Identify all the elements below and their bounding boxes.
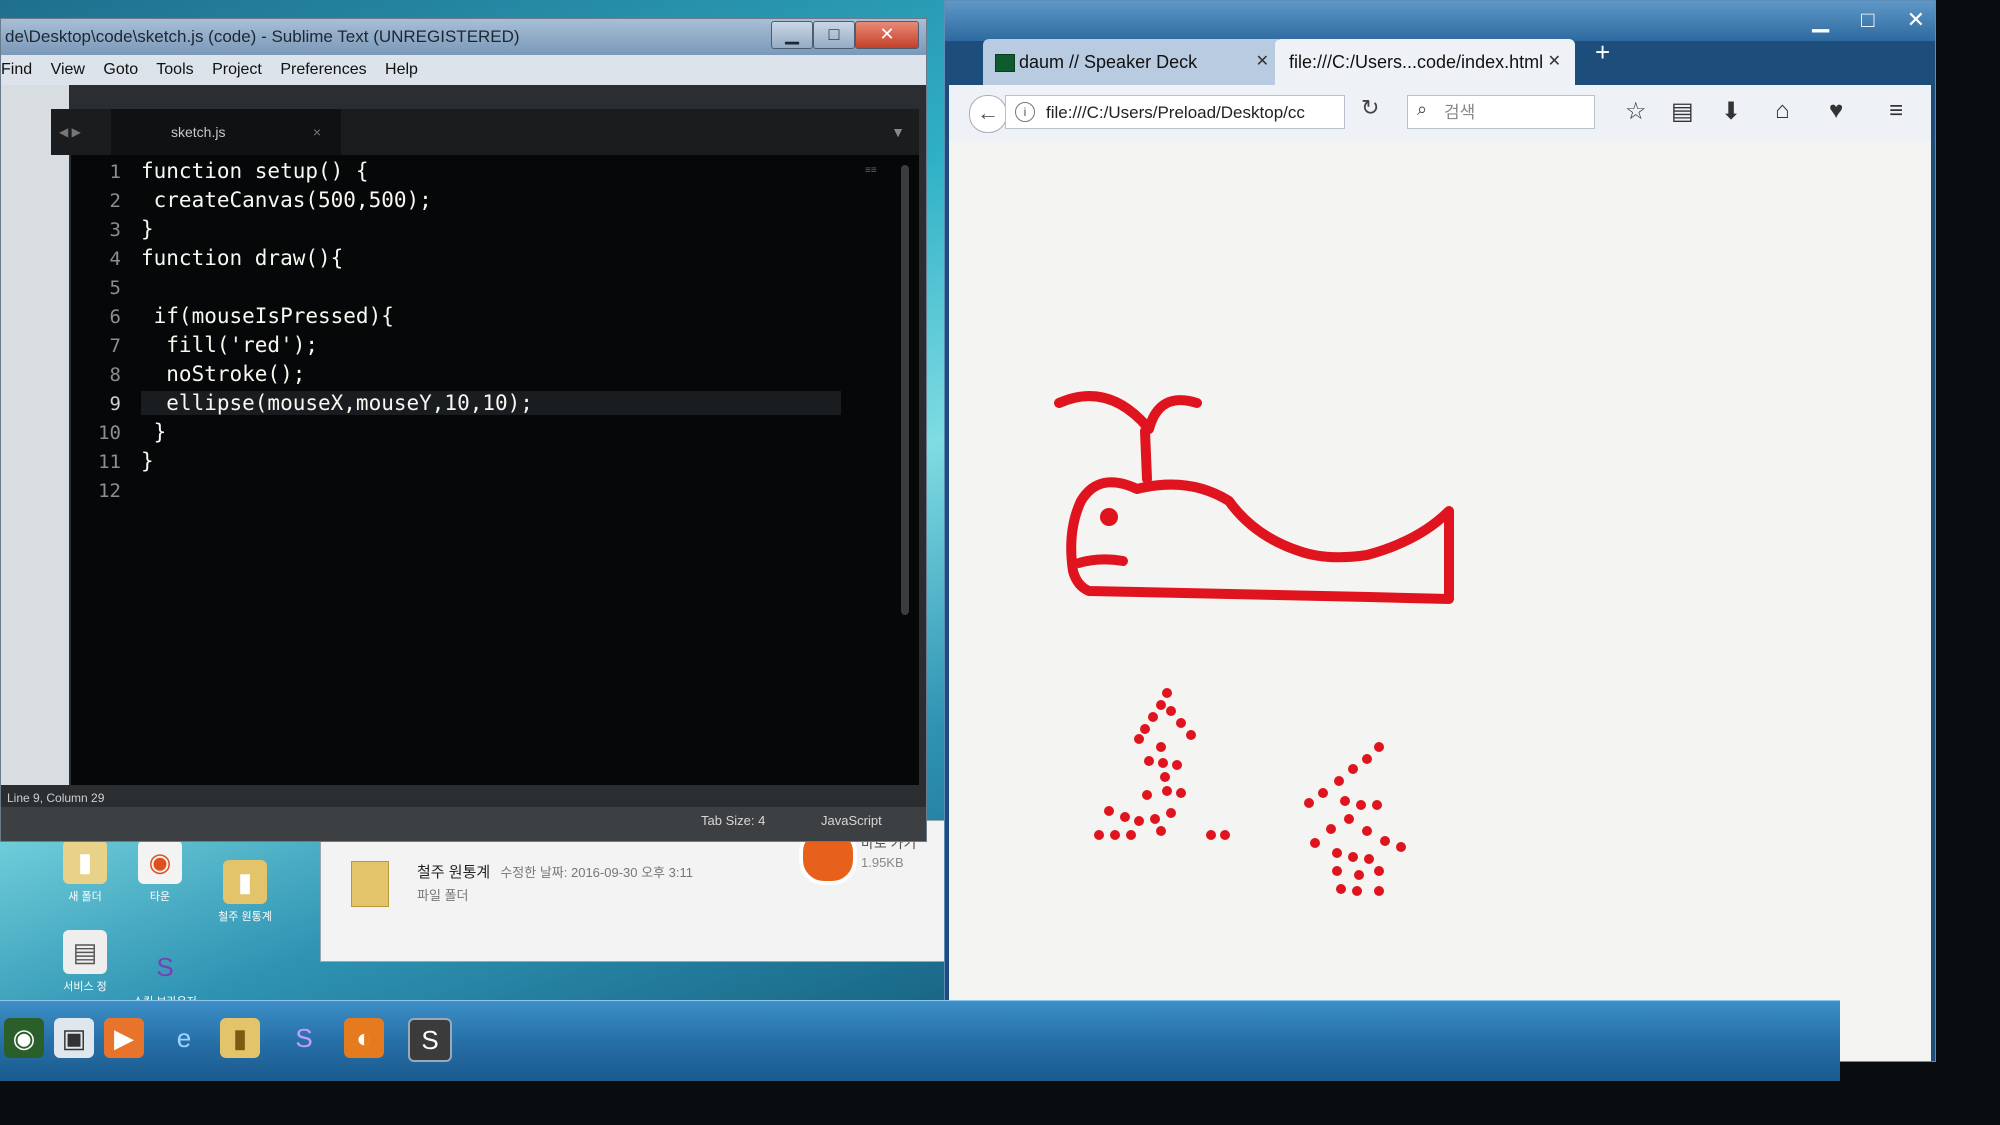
close-button[interactable]: ✕ xyxy=(855,21,919,49)
sidebar xyxy=(1,85,69,785)
desktop-icon-app[interactable]: ◉ 타운 xyxy=(115,840,205,904)
tab-label: file:///C:/Users...code/index.html xyxy=(1289,52,1544,72)
start-button-icon[interactable]: ◉ xyxy=(4,1018,44,1058)
sublime-window: de\Desktop\code\sketch.js (code) - Subli… xyxy=(0,18,927,842)
home-icon[interactable]: ⌂ xyxy=(1775,97,1790,125)
menu-goto[interactable]: Goto xyxy=(103,61,138,78)
maximize-icon[interactable]: □ xyxy=(1861,7,1874,32)
tab-close-icon[interactable]: × xyxy=(313,109,321,155)
korean-dotted-letters xyxy=(1094,688,1406,896)
sublime-taskbar-icon[interactable]: S xyxy=(408,1018,452,1062)
whale-spout xyxy=(1054,391,1202,484)
download-icon[interactable]: ⬇ xyxy=(1721,97,1741,126)
cursor-position: Line 9, Column 29 xyxy=(7,791,105,805)
tab-size-selector[interactable]: Tab Size: 4 xyxy=(701,813,765,828)
taskbar xyxy=(0,1000,1840,1081)
line-number-gutter: 1 2 3 4 5 6 7 8 9 10 11 12 xyxy=(71,155,131,785)
explorer-modified: 수정한 날짜: 2016-09-30 오후 3:11 xyxy=(500,865,693,880)
status-bar: Line 9, Column 29 Tab Size: 4 JavaScript xyxy=(1,785,926,841)
code-line: fill('red'); xyxy=(141,333,319,357)
folder-taskbar-icon[interactable]: ▮ xyxy=(220,1018,260,1058)
menu-help[interactable]: Help xyxy=(385,61,418,78)
tab-index-html[interactable]: file:///C:/Users...code/index.html ✕ xyxy=(1275,39,1575,85)
firefox-taskbar-icon[interactable]: ◐ xyxy=(344,1018,384,1058)
sublime-title: de\Desktop\code\sketch.js (code) - Subli… xyxy=(5,27,520,46)
code-line: function setup() { xyxy=(141,159,369,183)
explorer-taskbar-icon[interactable]: ▣ xyxy=(54,1018,94,1058)
minimap[interactable]: ≡≡ xyxy=(865,165,895,185)
menu-preferences[interactable]: Preferences xyxy=(280,61,366,78)
menu-find[interactable]: Find xyxy=(1,61,32,78)
desktop-icon-folder-2[interactable]: ▮ 철주 원통계 xyxy=(200,860,290,924)
internet-explorer-icon[interactable]: e xyxy=(164,1018,204,1058)
code-line: if(mouseIsPressed){ xyxy=(141,304,394,328)
desktop-icon-label: 새 폴더 xyxy=(68,891,102,903)
menu-project[interactable]: Project xyxy=(212,61,262,78)
app-icon: ◉ xyxy=(138,840,182,884)
status-bar-strip xyxy=(1,807,926,841)
whale-body xyxy=(1066,477,1454,604)
reading-list-icon[interactable]: ▤ xyxy=(1671,97,1694,126)
folder-icon: ▮ xyxy=(223,860,267,904)
code-line: noStroke(); xyxy=(141,362,306,386)
media-player-icon[interactable]: ▶ xyxy=(104,1018,144,1058)
whale-eye xyxy=(1100,508,1118,526)
document-icon: ▤ xyxy=(63,930,107,974)
whale-mouth xyxy=(1074,554,1128,568)
back-arrow-icon[interactable]: ← xyxy=(969,95,1007,133)
site-info-icon[interactable]: i xyxy=(1015,102,1035,122)
explorer-file-type: 파일 폴더 xyxy=(417,888,469,903)
tab-dropdown-icon[interactable]: ▼ xyxy=(891,109,905,155)
code-line: } xyxy=(141,449,154,473)
page-content[interactable] xyxy=(949,141,1931,1061)
code-editor[interactable]: 1 2 3 4 5 6 7 8 9 10 11 12 function setu… xyxy=(71,155,919,785)
sublime-menu-bar: Find View Goto Tools Project Preferences… xyxy=(1,55,926,85)
menu-view[interactable]: View xyxy=(51,61,85,78)
search-icon: ⌕ xyxy=(1417,99,1428,119)
desktop-icon-label: 철주 원통계 xyxy=(218,911,272,923)
minimize-icon[interactable]: ▁ xyxy=(1812,7,1829,32)
folder-icon xyxy=(351,861,389,907)
maximize-button[interactable]: □ xyxy=(813,21,855,49)
new-tab-icon[interactable]: + xyxy=(1595,37,1610,68)
code-line: createCanvas(500,500); xyxy=(141,188,432,212)
menu-tools[interactable]: Tools xyxy=(156,61,193,78)
vertical-scrollbar[interactable] xyxy=(901,165,909,615)
syntax-selector[interactable]: JavaScript xyxy=(821,813,882,828)
close-icon[interactable]: ✕ xyxy=(1907,7,1925,32)
url-bar[interactable]: file:///C:/Users/Preload/Desktop/cc xyxy=(1005,95,1345,129)
folder-icon: ▮ xyxy=(63,840,107,884)
pocket-icon[interactable]: ♥ xyxy=(1829,97,1843,125)
search-input[interactable]: 검색 xyxy=(1407,95,1595,129)
reload-icon[interactable]: ↻ xyxy=(1361,95,1379,121)
firefox-window: ▁ □ ✕ daum // Speaker Deck ✕ file:///C:/… xyxy=(944,0,1936,1062)
shortcut-size: 1.95KB xyxy=(861,855,904,870)
star-icon[interactable]: ☆ xyxy=(1625,97,1647,126)
tab-label: sketch.js xyxy=(171,124,226,140)
explorer-file-name[interactable]: 철주 원통계 xyxy=(417,864,490,881)
tab-label: daum // Speaker Deck xyxy=(1019,52,1198,72)
browser-taskbar-icon[interactable]: S xyxy=(284,1018,324,1058)
desktop-icon-label: 서비스 정 xyxy=(63,981,107,993)
tab-bar: ◀ ▶ sketch.js × ▼ xyxy=(51,109,919,155)
code-line: } xyxy=(141,420,167,444)
tab-speaker-deck[interactable]: daum // Speaker Deck ✕ xyxy=(983,39,1283,85)
menu-icon[interactable]: ≡ xyxy=(1889,97,1903,125)
desktop-icon-label: 타운 xyxy=(149,891,171,903)
code-line-active: ellipse(mouseX,mouseY,10,10); xyxy=(141,391,841,415)
tab-close-icon[interactable]: ✕ xyxy=(1548,39,1561,85)
speaker-deck-favicon-icon xyxy=(995,54,1015,72)
tab-close-icon[interactable]: ✕ xyxy=(1256,39,1269,85)
firefox-window-buttons: ▁ □ ✕ xyxy=(1786,7,1925,33)
p5-canvas-drawing[interactable] xyxy=(949,141,1931,1061)
browser-icon: S xyxy=(156,951,174,982)
tab-sketch-js[interactable]: sketch.js × xyxy=(111,109,341,155)
minimize-button[interactable]: ▁ xyxy=(771,21,813,49)
tab-nav-arrows-icon[interactable]: ◀ ▶ xyxy=(59,109,81,155)
firefox-nav-bar: ← file:///C:/Users/Preload/Desktop/cc i … xyxy=(949,85,1931,141)
code-line: function draw(){ xyxy=(141,246,344,270)
desktop-icon-service[interactable]: ▤ 서비스 정 xyxy=(40,930,130,994)
code-line: } xyxy=(141,217,154,241)
firefox-tab-strip: daum // Speaker Deck ✕ file:///C:/Users.… xyxy=(945,31,1935,85)
